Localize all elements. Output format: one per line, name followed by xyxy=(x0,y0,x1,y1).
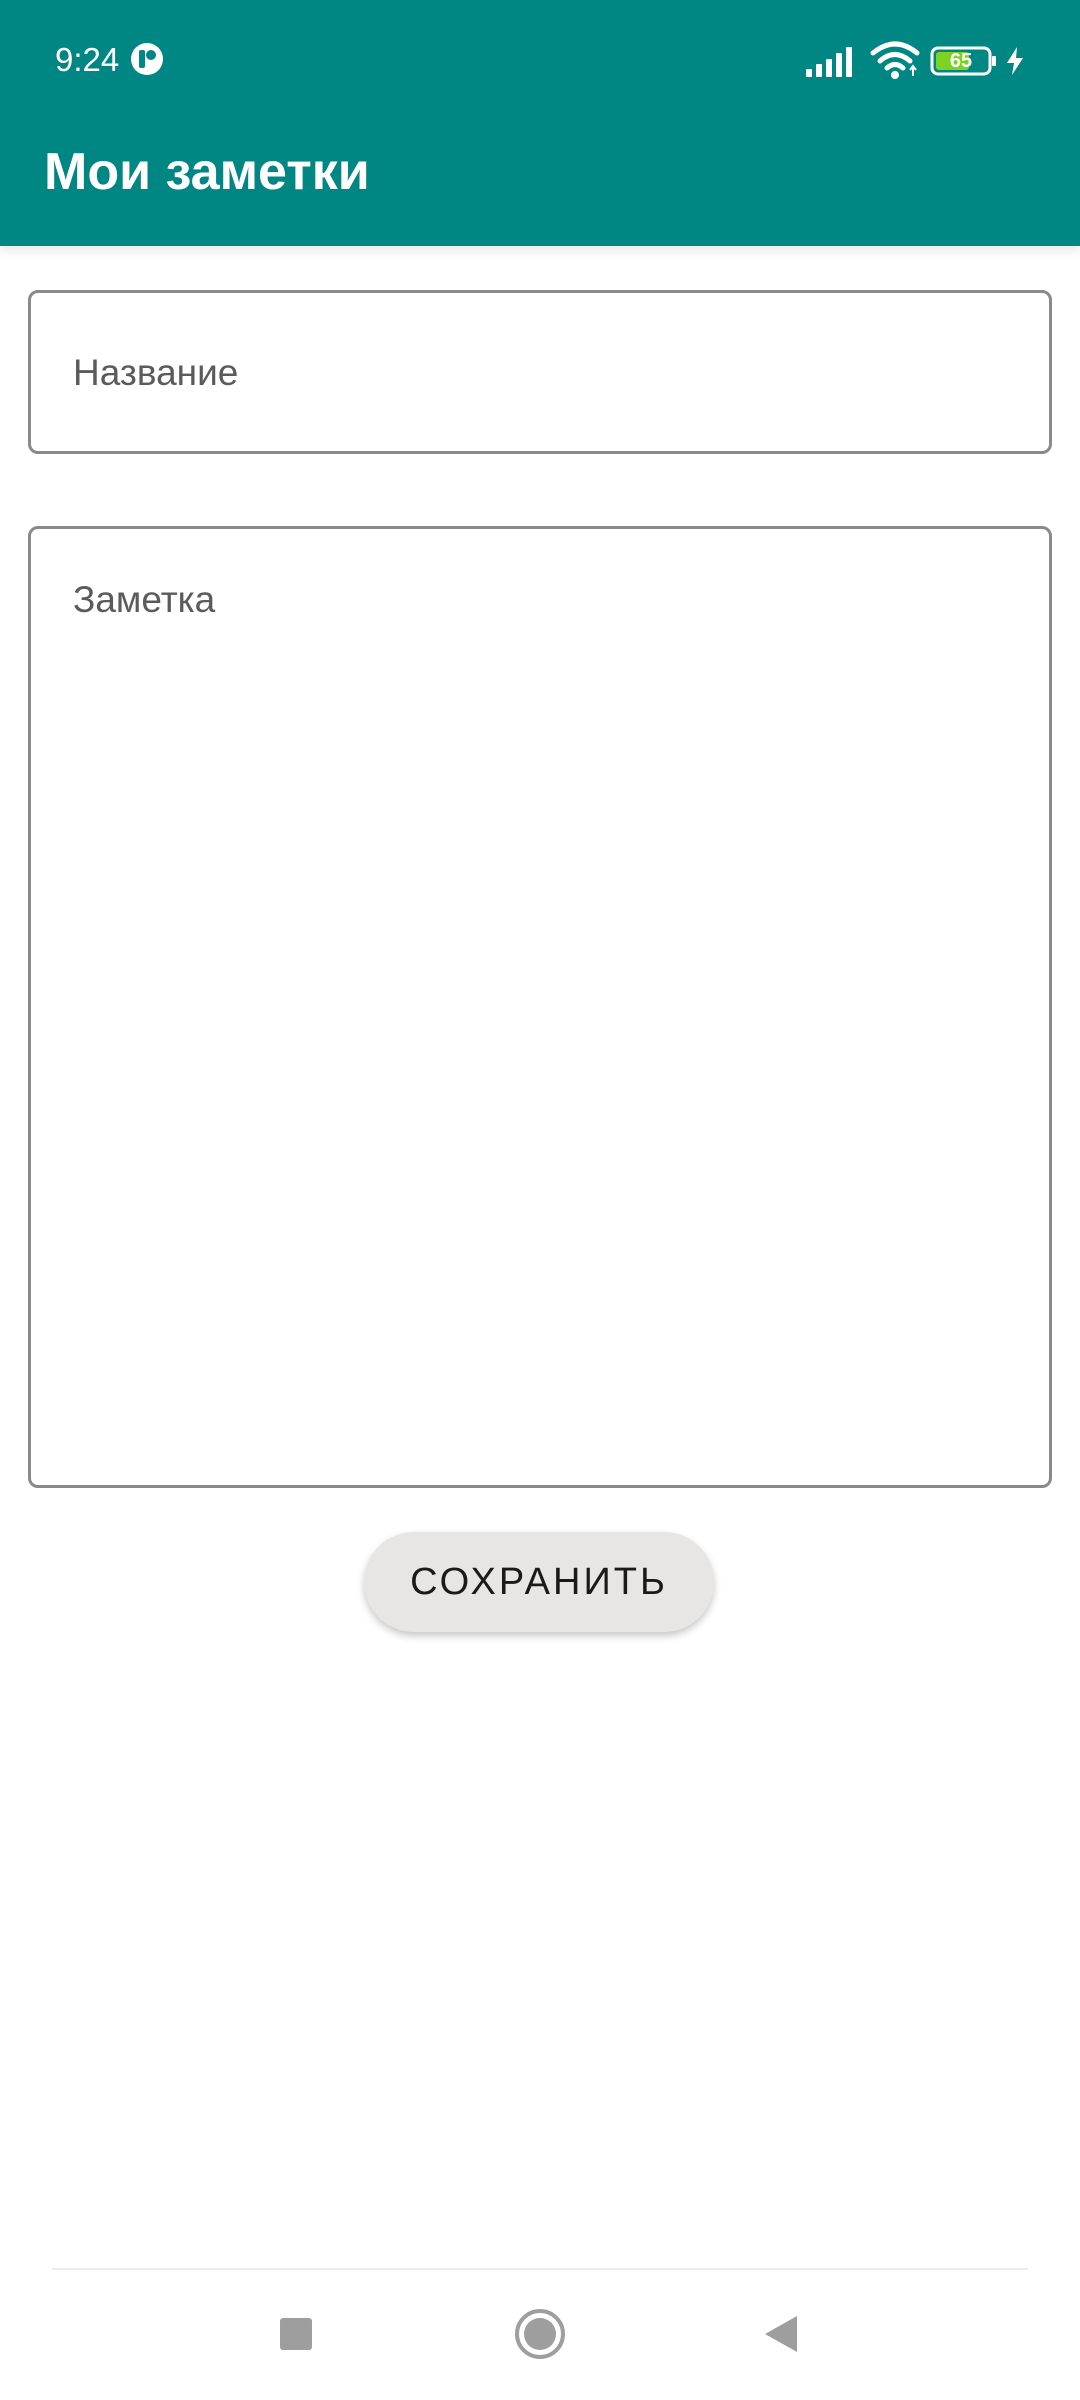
home-icon[interactable] xyxy=(514,2308,566,2360)
wifi-icon xyxy=(870,41,920,79)
notes-screen: 9:24 65 Мои заметки Название Заметка СОХ… xyxy=(0,0,1080,2400)
charging-icon xyxy=(1007,47,1023,75)
signal-icon xyxy=(806,47,852,77)
status-time: 9:24 xyxy=(55,41,120,78)
battery-level-text: 65 xyxy=(949,50,973,72)
note-field-container[interactable] xyxy=(28,526,1052,1488)
app-bar: 9:24 65 Мои заметки xyxy=(0,0,1080,246)
recent-apps-icon[interactable] xyxy=(278,2316,314,2352)
title-field-container[interactable] xyxy=(28,290,1052,454)
save-button[interactable]: СОХРАНИТЬ xyxy=(364,1532,714,1632)
app-notification-icon xyxy=(131,43,163,75)
title-input[interactable] xyxy=(73,343,1007,403)
nav-bar-divider xyxy=(52,2268,1028,2270)
note-input[interactable] xyxy=(73,577,1007,1445)
back-icon[interactable] xyxy=(762,2314,800,2354)
page-title: Мои заметки xyxy=(44,143,370,201)
